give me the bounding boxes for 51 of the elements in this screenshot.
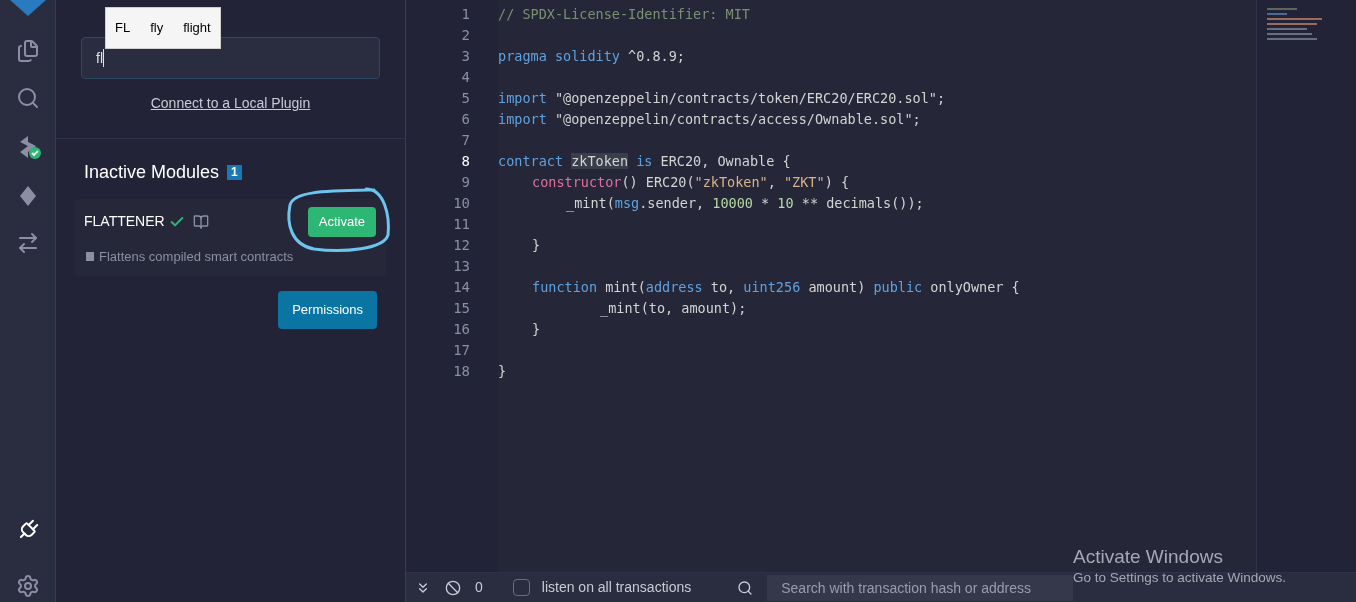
line-number: 10 bbox=[453, 194, 470, 213]
line-number: 9 bbox=[461, 173, 470, 192]
line-number: 13 bbox=[453, 257, 470, 276]
section-title: Inactive Modules bbox=[84, 161, 220, 184]
suggestion-item[interactable]: flight bbox=[183, 18, 211, 38]
line-number: 4 bbox=[461, 68, 470, 87]
line-number: 14 bbox=[453, 278, 470, 297]
code-line: function mint(address to, uint256 amount) public onlyOwner { bbox=[532, 279, 1020, 295]
count-badge: 1 bbox=[227, 165, 242, 180]
module-name: FLATTENER bbox=[84, 212, 165, 232]
code-line: // SPDX-License-Identifier: MIT bbox=[498, 6, 750, 22]
suggestion-item[interactable]: fly bbox=[150, 18, 164, 38]
code-line: contract zkToken is ERC20, Ownable { bbox=[498, 153, 791, 169]
activation-notice-text: Go to Settings to activate Windows. bbox=[1073, 569, 1287, 587]
search-icon bbox=[737, 579, 754, 596]
code-line: _mint(to, amount); bbox=[600, 300, 747, 316]
line-number: 18 bbox=[453, 362, 470, 381]
code-line: } bbox=[532, 321, 541, 337]
clear-icon[interactable] bbox=[445, 579, 461, 596]
line-number: 2 bbox=[461, 26, 470, 45]
connect-local-plugin-link[interactable]: Connect to a Local Plugin bbox=[150, 93, 311, 114]
line-number: 5 bbox=[461, 89, 470, 108]
line-number: 3 bbox=[461, 47, 470, 66]
search-icon[interactable] bbox=[15, 86, 40, 110]
line-number: 1 bbox=[461, 5, 470, 24]
transaction-count: 0 bbox=[475, 578, 483, 597]
module-description: Flattens compiled smart contracts bbox=[99, 247, 294, 266]
code-line: _mint(msg.sender, 10000 * 10 ** decimals()); bbox=[566, 195, 924, 211]
code-line: constructor() ERC20("zkToken", "ZKT") { bbox=[532, 174, 849, 190]
line-number: 16 bbox=[453, 320, 470, 339]
code-line: import "@openzeppelin/contracts/access/Ownable.sol"; bbox=[498, 111, 921, 127]
transaction-search-field[interactable]: Search with transaction hash or address bbox=[767, 574, 1074, 601]
line-number: 7 bbox=[461, 131, 470, 150]
code-line: } bbox=[498, 363, 507, 379]
suggestion-item[interactable]: FL bbox=[115, 18, 131, 38]
listen-label: listen on all transactions bbox=[541, 578, 692, 597]
book-icon[interactable] bbox=[192, 213, 209, 230]
settings-icon[interactable] bbox=[15, 574, 40, 598]
line-number: 15 bbox=[453, 299, 470, 318]
code-line: import "@openzeppelin/contracts/token/ERC20/ERC20.sol"; bbox=[498, 90, 946, 106]
files-icon[interactable] bbox=[15, 39, 40, 63]
activation-notice-title: Activate Windows bbox=[1073, 545, 1224, 569]
line-number: 6 bbox=[461, 110, 470, 129]
line-number: 11 bbox=[453, 215, 470, 234]
listen-checkbox[interactable] bbox=[512, 579, 530, 596]
permissions-button[interactable]: Permissions bbox=[278, 291, 377, 329]
code-line: pragma solidity ^0.8.9; bbox=[498, 48, 685, 64]
line-number: 17 bbox=[453, 341, 470, 360]
line-number: 8 bbox=[461, 152, 470, 171]
code-line: } bbox=[532, 237, 541, 253]
line-number: 12 bbox=[453, 236, 470, 255]
